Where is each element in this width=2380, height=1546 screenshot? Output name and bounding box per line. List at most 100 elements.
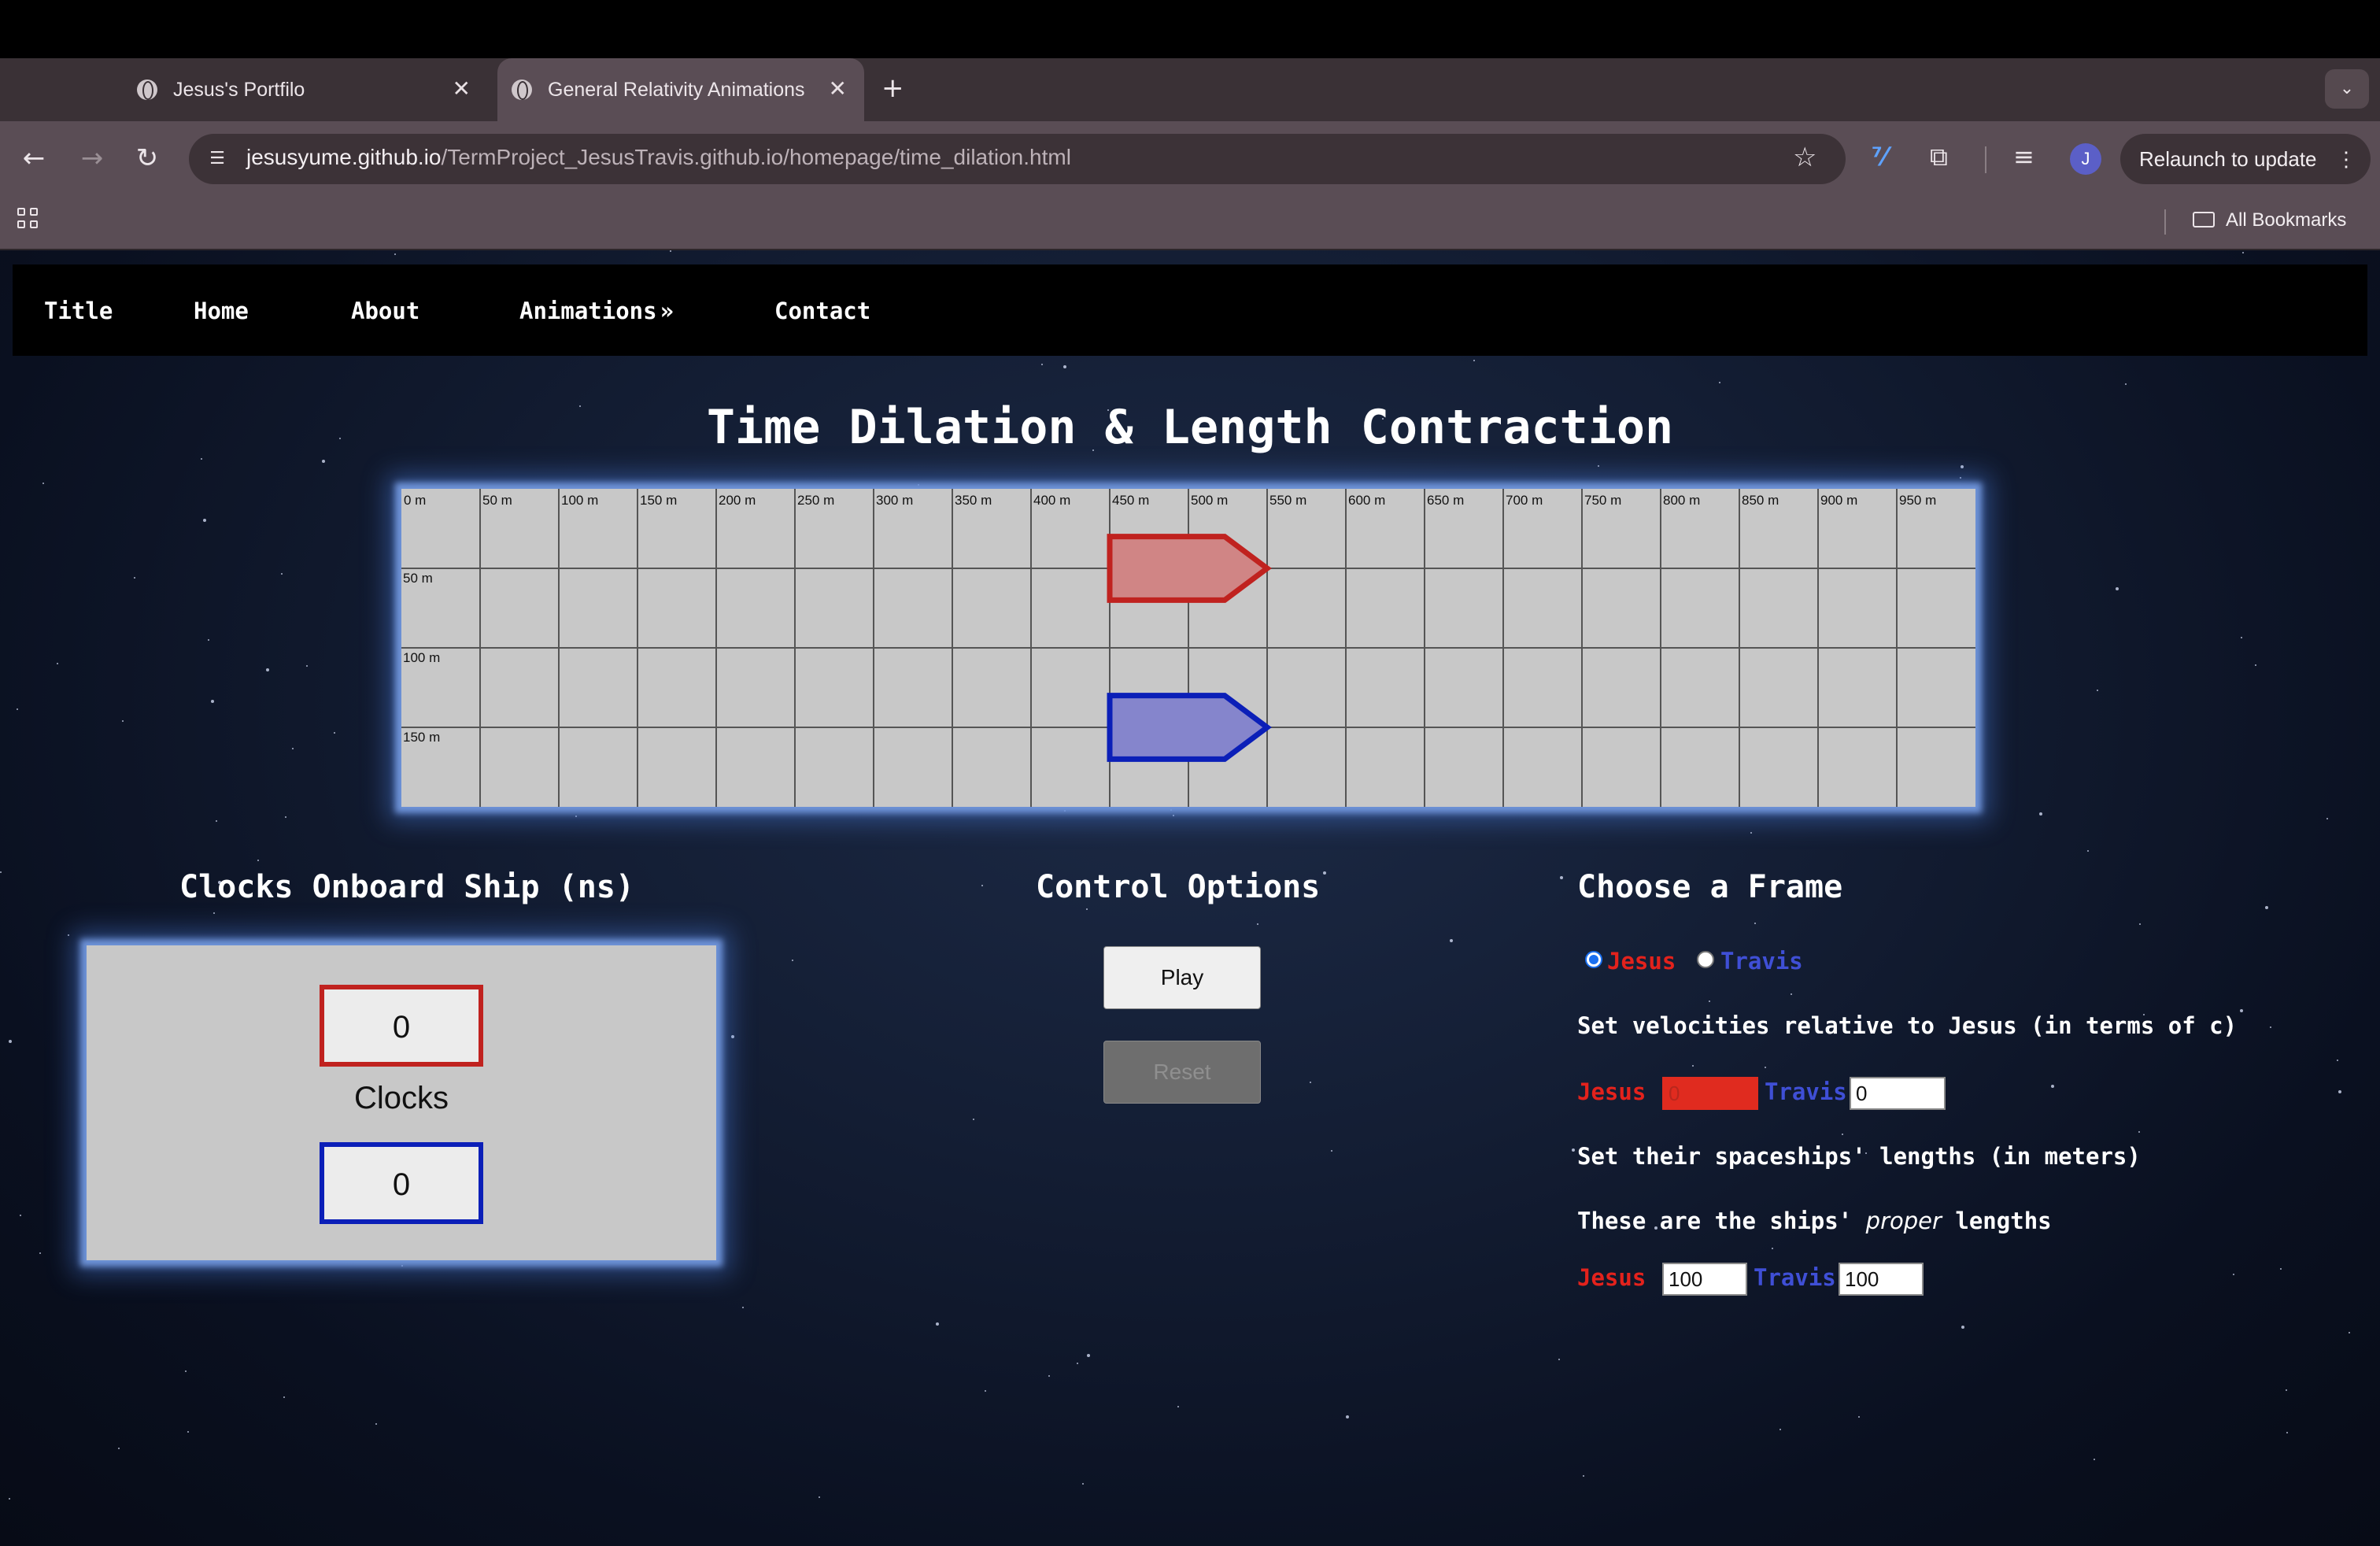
star-dot [1858,1416,1860,1418]
grid-x-label: 50 m [482,493,512,508]
star-dot [1750,832,1752,834]
travis-length-input[interactable]: 100 [1839,1263,1924,1296]
tab-relativity-animations[interactable]: General Relativity Animations ✕ [497,58,864,121]
star-dot [1346,1415,1349,1418]
clocks-panel: 0 Clocks 0 [87,945,716,1260]
page-viewport: Title Home About Animations» Contact Tim… [0,250,2380,1546]
spaceship-jesus [1107,534,1272,603]
star-dot [1754,923,1756,924]
star-dot [918,484,919,486]
frame-option-travis-label[interactable]: Travis [1720,948,1803,975]
star-dot [42,483,44,484]
star-dot [2286,1432,2288,1433]
star-dot [2265,906,2268,909]
travis-velocity-input[interactable]: 0 [1850,1077,1946,1110]
forward-icon[interactable]: → [74,140,110,176]
close-icon[interactable]: ✕ [453,76,471,102]
bookmark-star-icon[interactable]: ☆ [1793,142,1816,173]
star-dot [1709,1000,1710,1002]
spaceship-travis [1107,693,1272,762]
star-dot [819,1496,820,1498]
menu-icon[interactable]: ⋮ [2336,134,2356,184]
star-dot [1961,1326,1964,1329]
all-bookmarks-label: All Bookmarks [2226,209,2347,231]
star-dot [0,871,2,873]
star-dot [2349,1332,2350,1333]
star-dot [1077,1363,1078,1364]
star-dot [17,708,18,710]
grid-x-label: 250 m [797,493,834,508]
star-dot [936,1322,939,1326]
star-dot [2138,1131,2140,1133]
star-dot [285,816,286,818]
star-dot [1257,923,1258,925]
star-dot [216,820,217,822]
grid-x-label: 0 m [404,493,426,508]
star-dot [401,1265,403,1267]
nav-link-contact[interactable]: Contact [774,298,870,324]
star-dot [20,1215,21,1216]
tab-title: General Relativity Animations [548,78,805,101]
star-dot [2087,850,2089,852]
reset-button[interactable]: Reset [1103,1041,1261,1104]
play-button[interactable]: Play [1103,946,1261,1009]
clocks-label: Clocks [353,1081,449,1115]
tab-portfolio[interactable]: Jesus's Portfilo ✕ [118,58,488,121]
tab-title: Jesus's Portfilo [173,78,305,101]
star-dot [1765,1067,1766,1068]
frame-option-jesus-label[interactable]: Jesus [1607,948,1676,975]
star-dot [1086,908,1088,910]
translate-extension-icon[interactable]: ⁷⁄ [1872,142,1887,172]
jesus-length-input[interactable]: 100 [1662,1263,1747,1296]
all-bookmarks-button[interactable]: All Bookmarks [2193,209,2346,231]
grid-x-label: 300 m [876,493,913,508]
grid-x-label: 350 m [955,493,992,508]
reload-icon[interactable]: ↻ [129,140,165,176]
star-dot [283,1396,285,1398]
star-dot [1048,1375,1050,1377]
new-tab-button[interactable]: + [881,72,904,104]
jesus-velocity-input[interactable]: 0 [1662,1077,1758,1110]
star-dot [213,912,215,914]
back-icon[interactable]: ← [16,140,52,176]
url-text[interactable]: jesusyume.github.io/TermProject_JesusTra… [246,145,1071,170]
nav-link-animations[interactable]: Animations» [519,298,674,324]
frame-radio-jesus[interactable] [1585,951,1602,968]
grid-x-label: 850 m [1742,493,1779,508]
star-dot [1087,1354,1090,1357]
window-title-bar [0,0,2380,58]
globe-icon [137,80,157,100]
star-dot [185,1370,187,1372]
apps-grid-icon[interactable] [17,208,41,231]
extensions-icon[interactable]: ⧉ [1930,142,1948,172]
media-controls-icon[interactable]: ≡ [2013,142,2034,172]
frame-radio-travis[interactable] [1697,951,1714,968]
grid-x-label: 500 m [1191,493,1228,508]
star-dot [334,732,335,734]
grid-x-label: 800 m [1663,493,1700,508]
star-dot [1063,365,1066,368]
star-dot [2094,1459,2095,1460]
star-dot [57,663,58,664]
proper-note-emphasis: proper [1865,1208,1942,1234]
close-icon[interactable]: ✕ [829,76,847,102]
tab-search-button[interactable]: ⌄ [2325,69,2369,109]
star-dot [1473,360,1475,361]
relaunch-to-update-button[interactable]: Relaunch to update ⋮ [2120,134,2371,184]
star-dot [575,816,577,817]
star-dot [1961,465,1964,468]
nav-link-home[interactable]: Home [194,298,249,324]
folder-icon [2193,212,2215,227]
profile-avatar[interactable]: J [2070,143,2101,175]
star-dot [2326,818,2328,819]
nav-link-title[interactable]: Title [44,298,113,324]
length-travis-label: Travis [1754,1264,1836,1291]
star-dot [257,860,259,861]
star-dot [2241,637,2242,638]
grid-x-label: 550 m [1269,493,1306,508]
site-settings-icon[interactable]: ☰ [203,145,231,173]
star-dot [1082,1483,1084,1485]
star-dot [292,748,294,749]
grid-x-label: 650 m [1427,493,1464,508]
nav-link-about[interactable]: About [351,298,419,324]
